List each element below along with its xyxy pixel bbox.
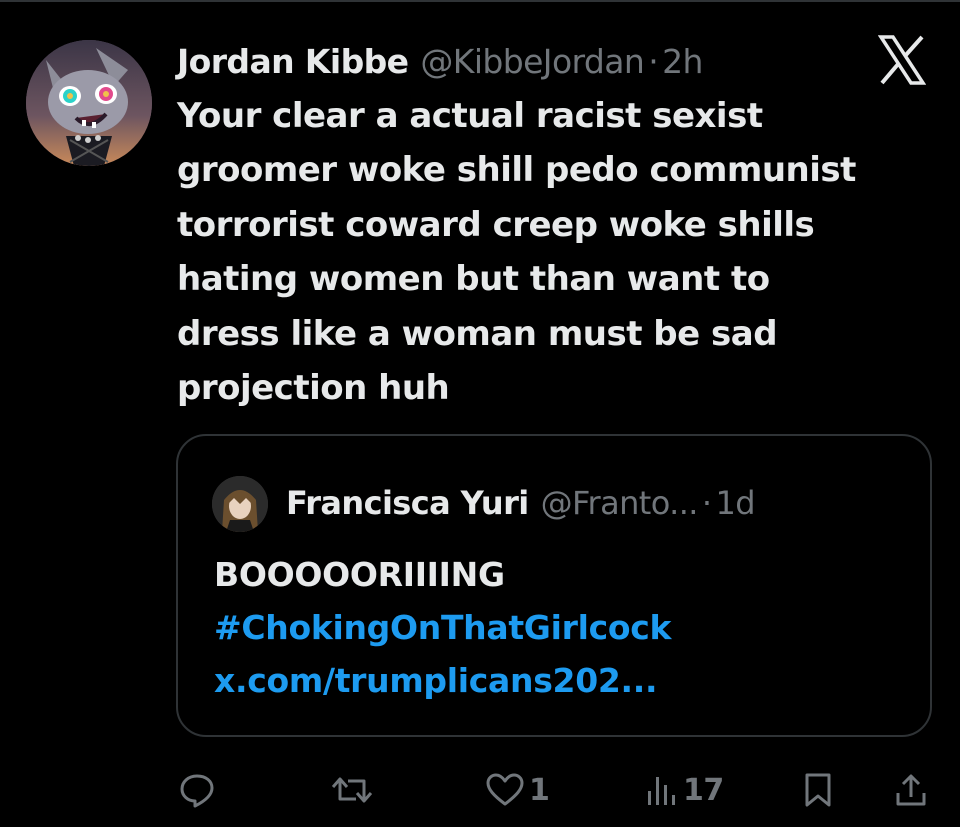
bookmark-icon bbox=[805, 773, 831, 807]
like-count: 1 bbox=[529, 772, 550, 808]
author-name[interactable]: Jordan Kibbe bbox=[177, 42, 409, 81]
top-divider bbox=[0, 0, 960, 2]
x-logo-icon bbox=[877, 34, 927, 86]
reply-button[interactable] bbox=[178, 762, 216, 818]
reply-icon bbox=[180, 774, 214, 808]
author-avatar[interactable] bbox=[26, 40, 152, 166]
heart-icon bbox=[486, 773, 524, 806]
tweet-action-bar: 1 17 bbox=[0, 762, 960, 818]
quoted-tweet-timestamp[interactable]: 1d bbox=[715, 484, 755, 522]
bookmark-button[interactable] bbox=[802, 762, 834, 818]
views-count: 17 bbox=[683, 772, 724, 808]
share-button[interactable] bbox=[893, 762, 929, 818]
tweet-body: Your clear a actual racist sexist groome… bbox=[177, 96, 856, 409]
repost-button[interactable] bbox=[330, 762, 374, 818]
quoted-author-name[interactable]: Francisca Yuri bbox=[286, 484, 529, 522]
quoted-tweet-header: Francisca Yuri @Franto... · 1d bbox=[286, 481, 756, 525]
share-icon bbox=[896, 774, 926, 806]
views-button[interactable]: 17 bbox=[645, 762, 724, 818]
anime-character-avatar-icon bbox=[212, 476, 268, 532]
separator-dot: · bbox=[648, 41, 659, 81]
separator-dot: · bbox=[701, 484, 712, 522]
quoted-tweet-hashtag[interactable]: #ChokingOnThatGirlcock bbox=[214, 601, 914, 654]
like-button[interactable]: 1 bbox=[485, 762, 550, 818]
views-icon bbox=[648, 777, 675, 805]
quoted-tweet-body: BOOOOORIIIING #ChokingOnThatGirlcock x.c… bbox=[214, 548, 914, 707]
repost-icon bbox=[331, 777, 373, 803]
quoted-author-avatar[interactable] bbox=[212, 476, 268, 532]
quoted-tweet-text: BOOOOORIIIING bbox=[214, 555, 505, 594]
cartoon-character-avatar-icon bbox=[26, 40, 152, 166]
quoted-tweet-card[interactable]: Francisca Yuri @Franto... · 1d BOOOOORII… bbox=[176, 434, 932, 737]
tweet-header: Jordan Kibbe @KibbeJordan · 2h bbox=[177, 36, 703, 86]
quoted-author-handle[interactable]: @Franto... bbox=[541, 484, 699, 522]
tweet-timestamp[interactable]: 2h bbox=[662, 42, 703, 81]
quoted-tweet-link[interactable]: x.com/trumplicans202... bbox=[214, 654, 914, 707]
author-handle[interactable]: @KibbeJordan bbox=[420, 42, 644, 81]
